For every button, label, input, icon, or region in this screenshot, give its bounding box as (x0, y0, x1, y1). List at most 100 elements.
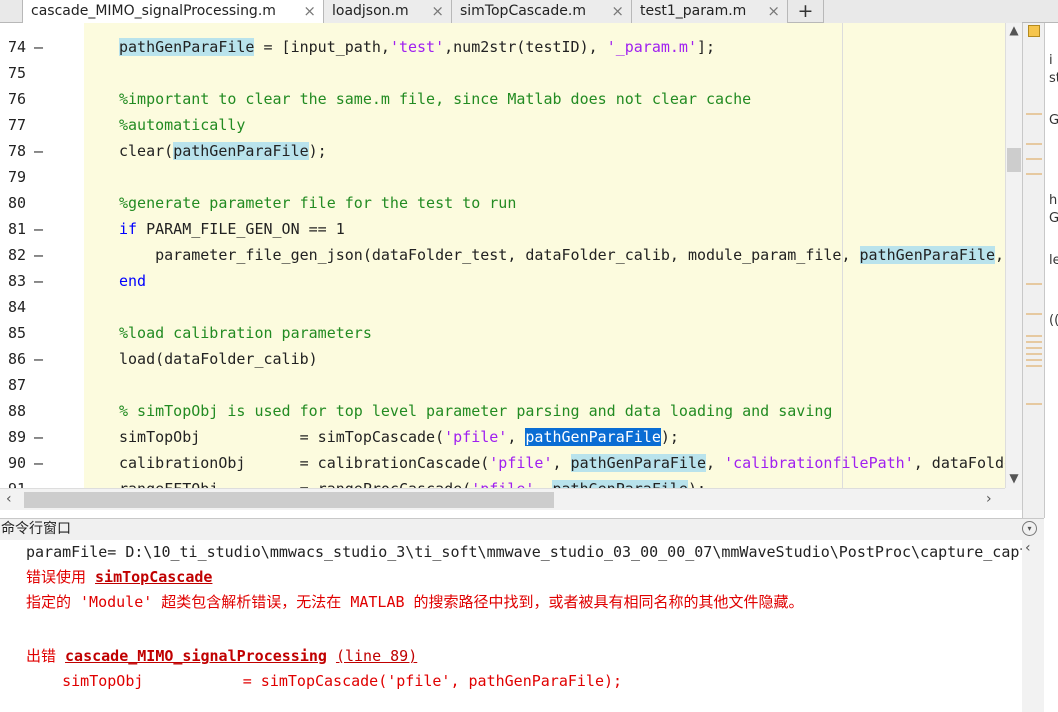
analyzer-mark[interactable] (1026, 341, 1042, 343)
editor-vertical-scrollbar[interactable]: ▲ ▼ (1005, 23, 1022, 488)
scroll-left-icon[interactable]: ‹ (6, 491, 12, 507)
keyword: end (119, 272, 147, 290)
variable-highlight: pathGenParaFile (859, 246, 995, 264)
warning-indicator-icon[interactable] (1028, 25, 1040, 37)
variable-highlight: pathGenParaFile (119, 38, 255, 56)
code-text: ]; (697, 38, 716, 56)
string-literal: '_param.m' (606, 38, 697, 56)
breakpoint-marker[interactable]: — (34, 476, 43, 488)
scroll-up-icon[interactable]: ▲ (1006, 23, 1022, 37)
string-literal: 'pfile' (444, 428, 508, 446)
code-text: , (552, 454, 571, 472)
code-text: parameter_file_gen_json(dataFolder_test,… (119, 246, 860, 264)
string-literal: 'test' (389, 38, 445, 56)
scroll-up-icon[interactable]: ‹ (1025, 540, 1031, 556)
editor-horizontal-scrollbar[interactable]: ‹ › (0, 488, 1005, 510)
string-literal: 'calibrationfilePath' (724, 454, 914, 472)
scroll-right-icon[interactable]: › (986, 491, 992, 507)
error-code-line: simTopObj = simTopCascade('pfile', pathG… (26, 672, 623, 690)
command-window[interactable]: paramFile= D:\10_ti_studio\mmwacs_studio… (0, 540, 1044, 712)
analyzer-mark[interactable] (1026, 113, 1042, 115)
analyzer-mark[interactable] (1026, 403, 1042, 405)
line-number: 85 (7, 324, 26, 342)
line-number: 75 (7, 64, 26, 82)
error-source-link[interactable]: simTopCascade (95, 568, 212, 586)
tab-cascade-mimo-signalprocessing[interactable]: cascade_MIMO_signalProcessing.m × (22, 0, 324, 24)
code-text: ); (688, 480, 706, 488)
breakpoint-marker[interactable]: — (34, 242, 43, 268)
analyzer-mark[interactable] (1026, 359, 1042, 361)
close-icon[interactable]: × (303, 0, 316, 22)
error-message: 指定的 'Module' 超类包含解析错误，无法在 MATLAB 的搜索路径中找… (26, 593, 804, 611)
error-line: 错误使用 simTopCascade (26, 565, 212, 590)
line-number: 82 (7, 246, 26, 264)
line-number: 90 (7, 454, 26, 472)
command-window-scrollbar[interactable]: ‹ (1022, 540, 1044, 712)
code-analyzer-strip (1022, 23, 1044, 518)
breakpoint-marker[interactable]: — (34, 268, 43, 294)
breakpoint-marker[interactable]: — (34, 346, 43, 372)
code-text: ,num2str(testID), (444, 38, 607, 56)
scrollbar-thumb[interactable] (24, 492, 554, 508)
error-prefix: 出错 (26, 647, 66, 665)
analyzer-mark[interactable] (1026, 347, 1042, 349)
line-number: 78 (7, 142, 26, 160)
error-location-line: 出错 cascade_MIMO_signalProcessing (line 8… (26, 644, 417, 669)
analyzer-mark[interactable] (1026, 313, 1042, 315)
breakpoint-marker[interactable]: — (34, 216, 43, 242)
selected-text[interactable]: pathGenParaFile (525, 428, 661, 446)
comment-text: % simTopObj is used for top level parame… (119, 402, 833, 420)
scroll-down-icon[interactable]: ▼ (1006, 471, 1022, 485)
add-tab-button[interactable]: + (788, 0, 824, 23)
error-line-link[interactable]: (line 89) (336, 647, 417, 665)
code-text: , (706, 454, 725, 472)
scrollbar-thumb[interactable] (1007, 148, 1021, 172)
analyzer-mark[interactable] (1026, 365, 1042, 367)
tab-loadjson[interactable]: loadjson.m × (324, 0, 452, 23)
line-number: 77 (7, 116, 26, 134)
command-window-margin (0, 540, 22, 712)
code-text: ); (308, 142, 327, 160)
code-text: ); (660, 428, 679, 446)
analyzer-mark[interactable] (1026, 335, 1042, 337)
close-icon[interactable]: × (767, 0, 780, 22)
command-window-header: 命令行窗口 ▾ (0, 518, 1044, 540)
code-text: calibrationObj = calibrationCascade( (119, 454, 490, 472)
panel-text-fragment: st (1049, 71, 1058, 86)
panel-text-fragment: G (1049, 211, 1058, 226)
tab-label: test1_param.m (640, 3, 747, 19)
tab-simtopcascade[interactable]: simTopCascade.m × (452, 0, 632, 23)
code-text: simTopObj = simTopCascade( (119, 428, 445, 446)
analyzer-mark[interactable] (1026, 353, 1042, 355)
breakpoint-marker[interactable]: — (34, 34, 43, 60)
code-area[interactable]: pathGenParaFile = [input_path,'test',num… (84, 23, 1005, 488)
code-text: PARAM_FILE_GEN_ON == 1 (137, 220, 345, 238)
code-text: rangeFFTObj = rangeProcCascade( (119, 480, 471, 488)
analyzer-mark[interactable] (1026, 143, 1042, 145)
error-file-link[interactable]: cascade_MIMO_signalProcessing (65, 647, 327, 665)
analyzer-mark[interactable] (1026, 158, 1042, 160)
code-text: , (507, 428, 526, 446)
comment-text: %load calibration parameters (119, 324, 372, 342)
variable-highlight: pathGenParaFile (552, 480, 688, 488)
panel-text-fragment: G (1049, 113, 1058, 128)
line-number: 80 (7, 194, 26, 212)
panel-menu-icon[interactable]: ▾ (1022, 521, 1037, 536)
close-icon[interactable]: × (431, 0, 444, 22)
line-number: 87 (7, 376, 26, 394)
code-text: = [input_path, (254, 38, 390, 56)
string-literal: 'pfile' (471, 480, 534, 488)
tab-label: cascade_MIMO_signalProcessing.m (31, 3, 276, 19)
code-editor[interactable]: 74 — 75 76 77 78 — 79 80 81 — 82 — 83 — 84 85… (0, 23, 1022, 488)
breakpoint-marker[interactable]: — (34, 424, 43, 450)
tab-test1-param[interactable]: test1_param.m × (632, 0, 788, 23)
line-number: 76 (7, 90, 26, 108)
breakpoint-marker[interactable]: — (34, 450, 43, 476)
breakpoint-marker[interactable]: — (34, 138, 43, 164)
analyzer-mark[interactable] (1026, 283, 1042, 285)
code-text: , (995, 246, 1005, 264)
close-icon[interactable]: × (611, 0, 624, 22)
tab-label: simTopCascade.m (460, 3, 586, 19)
analyzer-mark[interactable] (1026, 173, 1042, 175)
